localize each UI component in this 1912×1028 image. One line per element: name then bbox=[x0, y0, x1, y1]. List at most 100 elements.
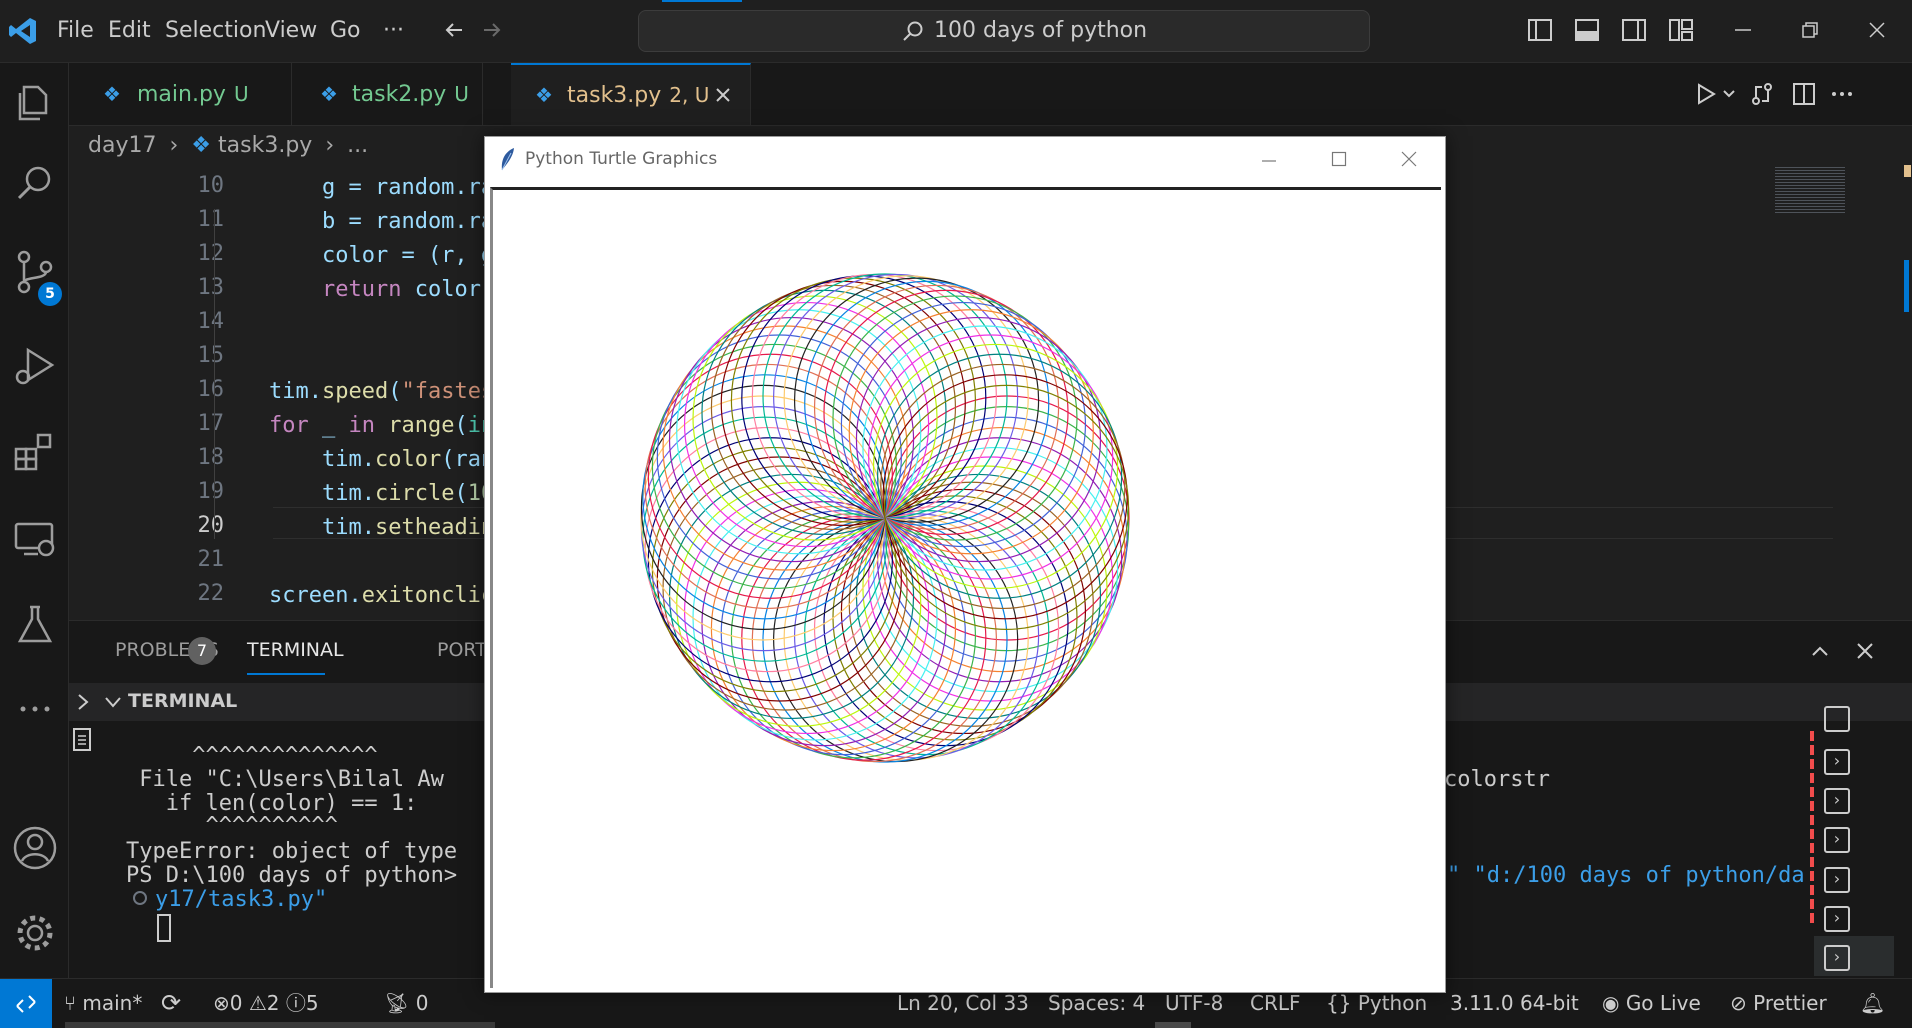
remote-icon bbox=[16, 995, 36, 1013]
info-count: 5 bbox=[305, 991, 319, 1015]
explorer-icon[interactable] bbox=[10, 77, 60, 127]
terminal-instance-icon[interactable]: › bbox=[1824, 788, 1850, 814]
tab-task3-py[interactable]: ❖ task3.py 2, U bbox=[511, 63, 751, 125]
close-icon[interactable] bbox=[1867, 20, 1887, 40]
run-debug-icon[interactable] bbox=[10, 340, 60, 390]
chevron-down-icon[interactable] bbox=[1722, 87, 1736, 101]
error-count: 0 bbox=[229, 991, 243, 1015]
chevron-right-icon: › bbox=[169, 133, 179, 158]
back-arrow-icon[interactable] bbox=[442, 18, 466, 42]
breadcrumb-symbol[interactable]: ... bbox=[347, 133, 368, 158]
terminal-tabs-list: › › › › › › bbox=[1812, 706, 1912, 979]
minimap[interactable] bbox=[1775, 165, 1845, 215]
terminal-instance-icon[interactable]: › bbox=[1824, 827, 1850, 853]
branch-status[interactable]: ⑂ main* bbox=[64, 979, 142, 1028]
breadcrumb-file[interactable]: task3.py bbox=[218, 133, 312, 158]
menu-view[interactable]: View bbox=[265, 0, 317, 62]
terminal-line: TypeError: object of type bbox=[126, 839, 458, 864]
split-editor-icon[interactable] bbox=[1791, 81, 1817, 107]
manage-gear-icon[interactable] bbox=[10, 908, 60, 958]
horizontal-scrollbar[interactable] bbox=[65, 1022, 495, 1028]
testing-flask-icon[interactable] bbox=[10, 599, 60, 649]
chevron-right-icon: › bbox=[325, 133, 335, 158]
toggle-secondary-sidebar-icon[interactable] bbox=[1621, 17, 1647, 43]
maximize-icon[interactable] bbox=[1331, 151, 1347, 167]
chevron-right-icon[interactable] bbox=[75, 693, 91, 711]
tab-task2-py[interactable]: ❖ task2.py U bbox=[292, 63, 483, 125]
prettier-check-icon: ⊘ bbox=[1730, 991, 1747, 1015]
menu-go[interactable]: Go bbox=[330, 0, 361, 62]
title-bar: File Edit Selection View Go ··· 100 days… bbox=[0, 0, 1912, 63]
python-interpreter[interactable]: 3.11.0 64-bit bbox=[1450, 979, 1579, 1028]
menu-more[interactable]: ··· bbox=[383, 0, 404, 62]
menu-file[interactable]: File bbox=[57, 0, 94, 62]
terminal-line: File "C:\Users\Bilal Aw bbox=[126, 767, 444, 792]
search-icon[interactable] bbox=[10, 159, 60, 209]
tab-label: task3.py bbox=[567, 83, 662, 108]
chevron-down-icon[interactable] bbox=[104, 695, 122, 709]
run-python-file-icon[interactable] bbox=[1693, 81, 1719, 107]
code-line-19: tim.circle(100) bbox=[269, 481, 521, 506]
turtle-graphics-window[interactable]: Python Turtle Graphics bbox=[484, 136, 1446, 993]
tab-status: U bbox=[233, 82, 249, 106]
progress-indicator bbox=[662, 0, 742, 2]
command-center-search[interactable]: 100 days of python bbox=[638, 10, 1370, 52]
branch-name: main* bbox=[82, 991, 143, 1015]
editor-tab-bar: ❖ main.py U ❖ task2.py U ❖ task3.py 2, U bbox=[69, 63, 1912, 126]
active-tab-underline bbox=[247, 673, 325, 675]
compare-changes-icon[interactable] bbox=[1749, 81, 1775, 107]
terminal-line-fragment: " "d:/100 days of python/da bbox=[1447, 863, 1805, 888]
more-icon[interactable] bbox=[10, 684, 60, 734]
forward-arrow-icon[interactable] bbox=[480, 18, 504, 42]
menu-edit[interactable]: Edit bbox=[108, 0, 151, 62]
python-file-icon: ❖ bbox=[535, 83, 553, 107]
terminal-instance-icon[interactable]: › bbox=[1824, 749, 1850, 775]
toggle-primary-sidebar-icon[interactable] bbox=[1527, 17, 1553, 43]
tab-terminal[interactable]: TERMINAL bbox=[247, 639, 344, 661]
problems-status[interactable]: ⊗0 ⚠2 ⓘ5 bbox=[213, 979, 319, 1028]
toggle-panel-icon[interactable] bbox=[1574, 17, 1600, 43]
tab-ports[interactable]: PORT bbox=[437, 639, 487, 661]
line-number: 21 bbox=[197, 547, 225, 572]
warning-icon: ⚠ bbox=[248, 991, 267, 1015]
turtle-canvas[interactable] bbox=[490, 187, 1441, 988]
ports-status[interactable]: 📡︎ 0 bbox=[384, 979, 428, 1028]
terminal-line-fragment: colorstr bbox=[1444, 767, 1550, 792]
terminal-list-icon[interactable] bbox=[71, 725, 93, 753]
go-live-button[interactable]: ◉ Go Live bbox=[1602, 979, 1701, 1028]
terminal-instance-icon[interactable]: › bbox=[1824, 867, 1850, 893]
close-panel-icon[interactable] bbox=[1855, 641, 1875, 661]
terminal-instance-icon[interactable]: › bbox=[1824, 906, 1850, 932]
maximize-panel-icon[interactable] bbox=[1810, 641, 1830, 661]
scrollbar-thumb[interactable] bbox=[1155, 1022, 1191, 1028]
broadcast-icon: 📡︎ bbox=[384, 991, 410, 1015]
sync-icon[interactable]: ⟳ bbox=[161, 979, 181, 1028]
more-actions-icon[interactable] bbox=[1829, 81, 1855, 107]
activity-bar: 5 bbox=[0, 63, 69, 978]
terminal-section-title: TERMINAL bbox=[128, 690, 238, 712]
spirograph-drawing bbox=[640, 273, 1130, 763]
scroll-indicator[interactable] bbox=[1904, 260, 1909, 312]
terminal-line: y17/task3.py" bbox=[155, 887, 328, 912]
menu-selection[interactable]: Selection bbox=[165, 0, 266, 62]
minimize-icon[interactable] bbox=[1733, 20, 1753, 40]
notifications-bell-icon[interactable]: 🔔︎ bbox=[1860, 979, 1885, 1028]
extensions-icon[interactable] bbox=[10, 427, 60, 477]
remote-indicator[interactable] bbox=[0, 979, 52, 1028]
customize-layout-icon[interactable] bbox=[1668, 17, 1694, 43]
account-icon[interactable] bbox=[10, 823, 60, 873]
terminal-line: ^^^^^^^^^^ bbox=[126, 813, 338, 838]
terminal-instance-icon[interactable] bbox=[1824, 706, 1850, 732]
minimize-icon[interactable] bbox=[1261, 153, 1277, 169]
tab-status: 2, U bbox=[669, 83, 710, 107]
breadcrumb-folder[interactable]: day17 bbox=[88, 133, 156, 158]
tab-main-py[interactable]: ❖ main.py U bbox=[69, 63, 292, 125]
restore-icon[interactable] bbox=[1800, 20, 1820, 40]
remote-explorer-icon[interactable] bbox=[10, 514, 60, 564]
close-icon[interactable] bbox=[1401, 151, 1417, 167]
terminal-instance-icon[interactable]: › bbox=[1824, 945, 1850, 971]
prettier-status[interactable]: ⊘ Prettier bbox=[1730, 979, 1827, 1028]
language-label: Python bbox=[1357, 991, 1428, 1015]
tab-status: U bbox=[454, 82, 469, 106]
close-tab-icon[interactable] bbox=[715, 87, 731, 103]
